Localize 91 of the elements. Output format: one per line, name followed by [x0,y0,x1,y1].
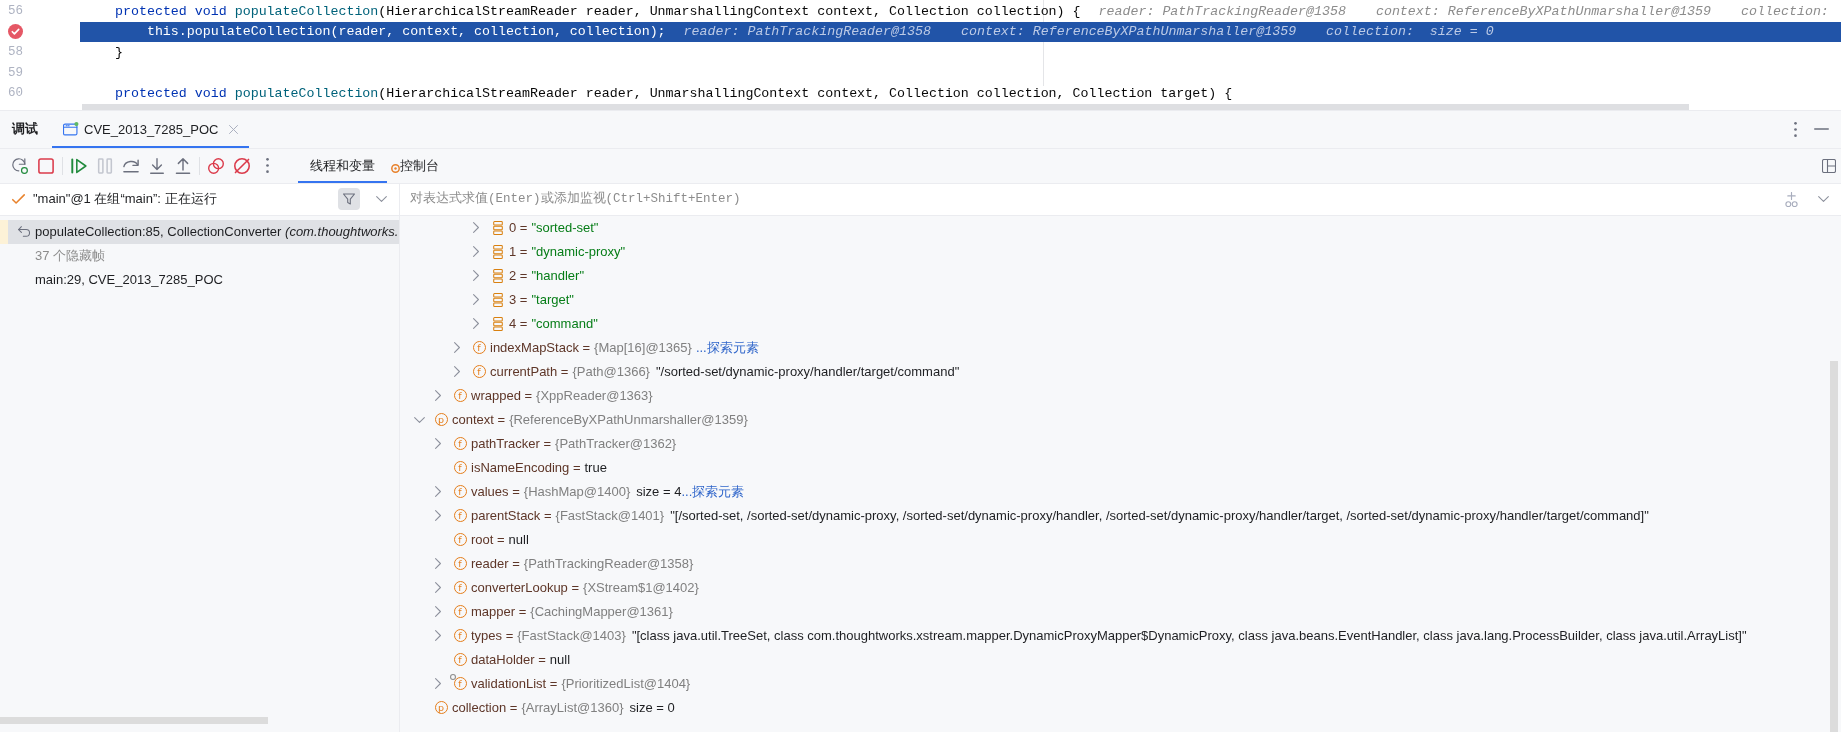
stop-icon[interactable] [38,157,54,174]
chevron-right-icon[interactable] [473,246,479,257]
tree-item[interactable]: f reader = {PathTrackingReader@1358} [432,551,694,576]
resume-icon[interactable] [71,157,87,174]
code-line: } [115,44,123,60]
layout-icon[interactable] [1822,158,1836,173]
breakpoints-icon[interactable] [208,157,224,174]
more-icon[interactable] [1794,121,1797,137]
window-icon [63,122,79,136]
run-tab[interactable]: CVE_2013_7285_POC [52,110,250,148]
chevron-right-icon[interactable] [454,366,460,377]
tool-window-title: 调试 [12,120,38,138]
tree-item[interactable]: f root = null [453,527,529,552]
inlay-hint: collection: size = 0 [1326,24,1494,40]
code-line: protected void populateCollection(HierarchicalStreamReader reader, UnmarshallingContext context, Collection collection, Collection target) { [115,85,1233,101]
tree-item[interactable]: 2 = "handler" [470,263,585,288]
chevron-right-icon[interactable] [435,630,441,641]
tree-item[interactable]: f dataHolder = null [453,647,571,672]
more-icon[interactable] [266,158,269,173]
tree-item[interactable]: f types = {FastStack@1403} "[class java.util.TreeSet, class com.thoughtworks.xstream.mapper.DynamicProxyMapper$DynamicProxy, class java.beans.EventHandler, class java.lang.ProcessBuilder, class java.util.ArrayList]" [432,623,1747,648]
tree-item[interactable]: f parentStack = {FastStack@1401} "[/sorted-set, /sorted-set/dynamic-proxy, /sorted-set/dynamic-proxy/handler, /sorted-set/dynamic-proxy/handler/target, /sorted-set/dynamic-proxy/handler/target/command]" [432,503,1649,528]
line-number: 58 [8,45,23,60]
chevron-right-icon[interactable] [435,438,441,449]
line-number: 56 [8,4,23,19]
tree-item[interactable]: 3 = "target" [470,287,574,312]
chevron-right-icon[interactable] [435,606,441,617]
chevron-right-icon[interactable] [435,678,441,689]
tree-item[interactable]: p context = {ReferenceByXPathUnmarshaller@1359} [413,407,748,432]
tree-item[interactable]: 1 = "dynamic-proxy" [470,239,626,264]
stack-frame[interactable]: populateCollection:85, CollectionConverter (com.thoughtworks. [0,219,399,244]
tree-item[interactable]: f indexMapStack = {Map[16]@1365} ...探索元素 [451,335,759,360]
chevron-right-icon[interactable] [435,582,441,593]
tree-item[interactable]: f mapper = {CachingMapper@1361} [432,599,673,624]
scrollbar-thumb[interactable] [82,103,1689,110]
chevron-right-icon[interactable] [473,318,479,329]
view-tab[interactable]: 线程和变量 [298,148,387,183]
chevron-down-icon[interactable] [376,196,387,202]
tree-item[interactable]: p collection = {ArrayList@1360} size = 0 [434,695,675,720]
chevron-down-icon[interactable] [1818,196,1829,202]
list-element-icon [493,244,503,259]
inlay-hint: context: ReferenceByXPathUnmarshaller@1359 [960,24,1297,40]
line-number: 59 [8,65,23,80]
restart-icon[interactable] [12,157,28,174]
inlay-hint: context: ReferenceByXPathUnmarshaller@1359 [1375,3,1712,19]
scrollbar-thumb[interactable] [1830,360,1838,732]
tree-item[interactable]: f pathTracker = {PathTracker@1362} [432,431,677,456]
code-line: protected void populateCollection(HierarchicalStreamReader reader, UnmarshallingContext context, Collection collection) { [115,3,1081,19]
inlay-hint: reader: PathTrackingReader@1358 [683,24,931,40]
chevron-right-icon[interactable] [473,270,479,281]
chevron-right-icon[interactable] [473,222,479,233]
step-into-icon[interactable] [149,157,165,174]
check-icon [12,194,25,204]
evaluate-field[interactable]: 对表达式求值(Enter)或添加监视(Ctrl+Shift+Enter) [410,190,750,208]
list-element-icon [493,292,503,307]
tree-item[interactable]: f wrapped = {XppReader@1363} [432,383,653,408]
inlay-hint: collection: [1741,3,1829,19]
chevron-down-icon[interactable] [413,416,425,423]
explore-elements-link[interactable]: ...探索元素 [681,482,745,501]
tree-item[interactable]: f validationList = {PrioritizedList@1404} [432,671,691,696]
chevron-right-icon[interactable] [435,510,441,521]
list-element-icon [493,220,503,235]
list-element-icon [493,316,503,331]
thread-selector[interactable]: "main"@1 在组“main”: 正在运行 [33,190,217,208]
close-icon[interactable] [229,124,239,134]
stack-frame[interactable]: main:29, CVE_2013_7285_POC [35,267,223,292]
tree-item[interactable]: f values = {HashMap@1400} size = 4...探索元素 [432,479,745,504]
chevron-right-icon[interactable] [454,342,460,353]
step-over-icon[interactable] [123,157,139,174]
explore-elements-link[interactable]: ...探索元素 [695,338,759,357]
tree-item[interactable]: 4 = "command" [470,311,598,336]
list-element-icon [493,268,503,283]
tree-item[interactable]: 0 = "sorted-set" [470,215,599,240]
return-arrow-icon [18,226,30,237]
chevron-right-icon[interactable] [473,294,479,305]
breakpoint-icon[interactable] [8,24,23,40]
chevron-right-icon[interactable] [435,390,441,401]
line-number: 60 [8,86,23,101]
tree-item[interactable]: f isNameEncoding = true [453,455,607,480]
chevron-right-icon[interactable] [435,486,441,497]
chevron-right-icon[interactable] [435,558,441,569]
tree-item[interactable]: f currentPath = {Path@1366} "/sorted-set/dynamic-proxy/handler/target/command" [451,359,960,384]
mute-breakpoints-icon[interactable] [234,157,250,174]
step-out-icon[interactable] [175,157,191,174]
filter-icon [343,193,355,205]
tree-item[interactable]: f converterLookup = {XStream$1@1402} [432,575,699,600]
scrollbar-thumb[interactable] [0,717,268,724]
filter-button[interactable] [338,188,360,210]
view-tab[interactable]: 控制台 [387,148,451,183]
glasses-plus-icon[interactable] [1785,191,1798,207]
code-line: this.populateCollection(reader, context, collection, collection); [146,24,666,40]
inlay-hint: reader: PathTrackingReader@1358 [1098,3,1346,19]
